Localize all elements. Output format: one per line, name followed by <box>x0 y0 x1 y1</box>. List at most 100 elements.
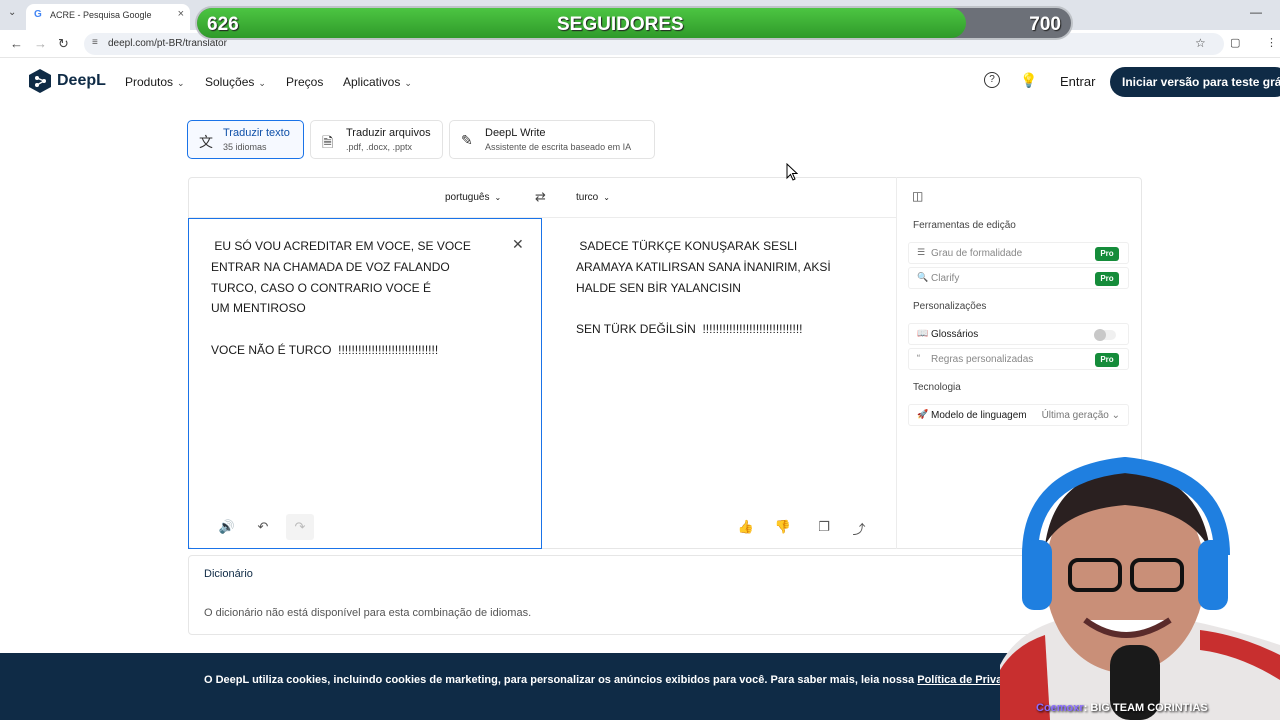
menu-icon[interactable]: ⋮ <box>1266 36 1277 49</box>
clarify-label: Clarify <box>931 273 960 284</box>
speaker-icon[interactable]: 🔊 <box>218 519 236 537</box>
follower-goal: 700 <box>1029 14 1061 35</box>
language-model-select[interactable]: Última geração ⌄ <box>1042 410 1120 421</box>
tab-translate-text[interactable]: 文 Traduzir texto 35 idiomas <box>187 120 304 159</box>
tab-title: ACRE - Pesquisa Google <box>50 10 152 20</box>
bookmark-star-icon[interactable]: ☆ <box>1195 36 1206 50</box>
book-icon: 📖 <box>917 328 929 338</box>
formality-icon: ☰ <box>917 247 926 257</box>
clarify-item[interactable]: 🔍 Clarify Pro <box>908 267 1129 289</box>
share-icon[interactable]: ⤴ <box>850 519 868 537</box>
tab-subtitle: .pdf, .docx, .pptx <box>346 142 413 152</box>
back-icon[interactable]: ← <box>10 36 23 51</box>
help-icon[interactable]: ? <box>984 72 1000 88</box>
chevron-down-icon: ⌄ <box>603 193 610 202</box>
rules-icon: “ <box>917 353 920 363</box>
panel-divider <box>896 177 897 549</box>
chevron-down-icon: ⌄ <box>494 193 502 202</box>
mouse-cursor-icon <box>786 163 798 181</box>
chat-message: : BIG TEAM CORINTIAS <box>1083 702 1208 714</box>
tab-subtitle: Assistente de escrita baseado em IA <box>485 142 632 152</box>
site-info-icon[interactable]: ≡ <box>92 37 98 48</box>
forward-icon[interactable]: → <box>34 36 47 51</box>
redo-icon[interactable]: ↷ <box>286 514 314 540</box>
chevron-down-icon: ⌄ <box>404 78 412 88</box>
language-model-label: Modelo de linguagem <box>931 410 1027 421</box>
glossaries-label: Glossários <box>931 329 979 340</box>
chat-caption: Coemoxr: BIG TEAM CORINTIAS <box>1036 702 1208 714</box>
nav-produtos[interactable]: Produtos ⌄ <box>125 75 185 89</box>
dictionary-message: O dicionário não está disponível para es… <box>204 607 532 619</box>
custom-rules-item[interactable]: “ Regras personalizadas Pro <box>908 348 1129 370</box>
clear-text-icon[interactable]: ✕ <box>512 236 524 253</box>
pro-badge: Pro <box>1095 247 1119 261</box>
source-language-select[interactable]: português ⌄ <box>445 192 501 203</box>
deepl-logo-icon[interactable] <box>28 68 52 94</box>
dictionary-title: Dicionário <box>204 568 253 580</box>
follower-label: SEGUIDORES <box>557 14 684 35</box>
cookie-message: O DeepL utiliza cookies, incluindo cooki… <box>204 674 918 686</box>
chevron-down-icon: ⌄ <box>258 78 266 88</box>
lightbulb-icon[interactable]: 💡 <box>1020 72 1037 88</box>
tab-translate-files[interactable]: 🗎 Traduzir arquivos .pdf, .docx, .pptx <box>310 120 443 159</box>
target-language-select[interactable]: turco ⌄ <box>576 192 610 203</box>
cookie-text: O DeepL utiliza cookies, incluindo cooki… <box>204 674 1037 686</box>
toggle-knob <box>1094 329 1106 341</box>
follower-goal-bar: 626 SEGUIDORES 700 <box>195 6 1073 40</box>
rocket-icon: 🚀 <box>917 409 929 419</box>
nav-aplicativos[interactable]: Aplicativos ⌄ <box>343 75 412 89</box>
chevron-down-icon: ⌄ <box>1111 410 1120 421</box>
file-icon: 🗎 <box>322 134 334 150</box>
nav-solucoes-label: Soluções <box>205 75 255 89</box>
glossary-toggle[interactable] <box>1094 329 1116 341</box>
chevron-down-icon: ⌄ <box>177 78 185 88</box>
language-model-item[interactable]: 🚀 Modelo de linguagem Última geração ⌄ <box>908 404 1129 426</box>
start-trial-button[interactable]: Iniciar versão para teste grát <box>1110 67 1280 97</box>
tab-title: Traduzir arquivos <box>346 127 431 139</box>
source-text[interactable]: EU SÓ VOU ACREDITAR EM VOCE, SE VOCE ENT… <box>211 236 471 361</box>
tab-close-icon[interactable]: × <box>178 8 184 20</box>
extensions-icon[interactable]: ▢ <box>1230 36 1240 49</box>
tab-title: DeepL Write <box>485 127 546 139</box>
custom-rules-label: Regras personalizadas <box>931 354 1034 365</box>
brand-name[interactable]: DeepL <box>57 72 106 90</box>
section-customizations: Personalizações <box>913 301 987 312</box>
browser-tab[interactable]: G ACRE - Pesquisa Google × <box>26 4 190 30</box>
google-favicon-icon: G <box>34 9 42 20</box>
tab-deepl-write[interactable]: ✎ DeepL Write Assistente de escrita base… <box>449 120 655 159</box>
thumbs-down-icon[interactable]: 👎 <box>774 519 792 537</box>
login-link[interactable]: Entrar <box>1060 74 1095 89</box>
target-text[interactable]: SADECE TÜRKÇE KONUŞARAK SESLI ARAMAYA KA… <box>576 236 831 340</box>
thumbs-up-icon[interactable]: 👍 <box>737 519 755 537</box>
undo-icon[interactable]: ↶ <box>254 519 272 537</box>
sidebar-toggle-icon[interactable]: ◫ <box>912 189 923 203</box>
source-language-label: português <box>445 192 490 203</box>
streamer-webcam <box>1000 456 1280 720</box>
translate-icon: 文 <box>199 134 213 150</box>
nav-produtos-label: Produtos <box>125 75 174 89</box>
target-language-label: turco <box>576 192 599 203</box>
magic-pen-icon: ✎ <box>461 132 473 148</box>
swap-languages-icon[interactable]: ⇄ <box>535 189 546 205</box>
tab-search-chevron-icon[interactable]: ⌄ <box>8 7 16 18</box>
chat-username: Coemoxr <box>1036 702 1084 714</box>
nav-aplicativos-label: Aplicativos <box>343 75 401 89</box>
section-editing-tools: Ferramentas de edição <box>913 220 1016 231</box>
clarify-icon: 🔍 <box>917 272 929 282</box>
section-technology: Tecnologia <box>913 382 961 393</box>
reload-icon[interactable]: ↻ <box>58 36 69 52</box>
nav-precos[interactable]: Preços <box>286 75 323 89</box>
language-model-value: Última geração <box>1041 410 1109 421</box>
formality-label: Grau de formalidade <box>931 248 1023 259</box>
nav-precos-label: Preços <box>286 75 324 89</box>
formality-item[interactable]: ☰ Grau de formalidade Pro <box>908 242 1129 264</box>
copy-icon[interactable]: ❐ <box>815 519 833 537</box>
tab-title: Traduzir texto <box>223 127 290 139</box>
minimize-window-icon[interactable]: — <box>1250 5 1262 19</box>
pro-badge: Pro <box>1095 353 1119 367</box>
tab-subtitle: 35 idiomas <box>223 142 267 152</box>
follower-count: 626 <box>207 14 239 35</box>
glossaries-item[interactable]: 📖 Glossários <box>908 323 1129 345</box>
pro-badge: Pro <box>1095 272 1119 286</box>
nav-solucoes[interactable]: Soluções ⌄ <box>205 75 266 89</box>
